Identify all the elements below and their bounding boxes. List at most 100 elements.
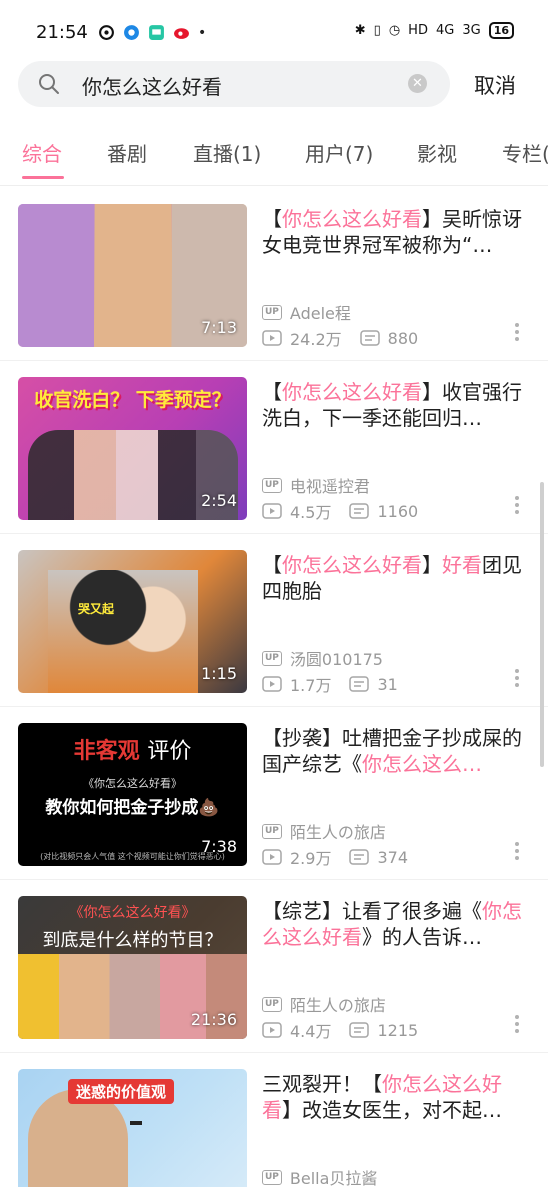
clear-icon[interactable]: ✕ [408, 74, 427, 93]
uploader-name: 汤圆010175 [289, 650, 383, 669]
thumb-caption: 迷惑的价值观 [68, 1079, 175, 1104]
active-tab-indicator [22, 176, 64, 179]
view-count: 4.4万 [290, 1022, 332, 1041]
thumb-caption-tag [130, 1121, 142, 1125]
video-card[interactable]: 收官洗白？ 下季预定？ 2:54 【你怎么这么好看】收官强行洗白，下一季还能回归… [0, 361, 548, 534]
tab-bangumi[interactable]: 番剧 [107, 138, 147, 167]
tab-live[interactable]: 直播(1) [193, 138, 261, 167]
video-thumbnail[interactable]: 非客观 评价 《你怎么这么好看》 教你如何把金子抄成💩 (对比视频只会人气值 这… [18, 723, 247, 866]
video-thumbnail[interactable]: 7:13 [18, 204, 247, 347]
view-count: 1.7万 [290, 676, 332, 695]
play-count-icon [262, 849, 282, 865]
video-thumbnail[interactable]: 收官洗白？ 下季预定？ 2:54 [18, 377, 247, 520]
play-count-icon [262, 1022, 282, 1038]
stats-row: 2.9万 374 [262, 845, 408, 869]
thumb-caption: 收官洗白？ 下季预定？ [34, 389, 231, 411]
alarm-icon: ◷ [388, 23, 401, 38]
video-title[interactable]: 三观裂开！【你怎么这么好看】改造女医生，对不起… [262, 1071, 524, 1123]
view-count: 2.9万 [290, 849, 332, 868]
stats-row: 4.4万 1215 [262, 1018, 418, 1042]
danmaku-icon [349, 1022, 370, 1038]
vibrate-icon: ▯ [373, 23, 381, 38]
up-icon: UP [262, 823, 282, 839]
qq-browser-icon [124, 25, 139, 40]
uploader-name: Adele程 [289, 304, 351, 323]
more-icon[interactable] [512, 668, 522, 688]
uploader-row[interactable]: UP 电视遥控君 [262, 473, 370, 497]
status-right: ✱ ▯ ◷ HD 4G 3G 16 [355, 22, 514, 39]
status-time: 21:54 [36, 22, 88, 43]
tab-users[interactable]: 用户(7) [305, 138, 373, 167]
search-query: 你怎么这么好看 [82, 75, 222, 99]
uploader-row[interactable]: UP 陌生人の旅店 [262, 819, 386, 843]
danmaku-icon [349, 676, 370, 692]
view-count: 4.5万 [290, 503, 332, 522]
danmaku-icon [349, 503, 370, 519]
thumb-panel [95, 204, 171, 347]
stats-row: 4.5万 1160 [262, 499, 418, 523]
video-thumbnail[interactable]: 迷惑的价值观 [18, 1069, 247, 1187]
video-title[interactable]: 【抄袭】吐槽把金子抄成屎的国产综艺《你怎么这么… [262, 725, 524, 777]
hd-label: HD [408, 23, 428, 38]
video-card[interactable]: 7:13 【你怎么这么好看】吴昕惊讶女电竞世界冠军被称为“… UP Adele程… [0, 188, 548, 361]
danmaku-count: 1215 [377, 1020, 419, 1040]
more-notifications-dot: • [198, 24, 207, 41]
uploader-row[interactable]: UP 陌生人の旅店 [262, 992, 386, 1016]
thumb-panel [18, 204, 94, 347]
app-notification-icon [99, 25, 114, 40]
up-icon: UP [262, 650, 282, 666]
thumb-scene [48, 570, 198, 693]
uploader-row[interactable]: UP Adele程 [262, 300, 351, 324]
message-app-icon [149, 25, 164, 40]
uploader-name: 电视遥控君 [289, 477, 370, 496]
more-icon[interactable] [512, 322, 522, 342]
up-icon: UP [262, 477, 282, 493]
up-icon: UP [262, 304, 282, 320]
video-duration: 7:38 [201, 837, 237, 856]
video-card[interactable]: 非客观 评价 《你怎么这么好看》 教你如何把金子抄成💩 (对比视频只会人气值 这… [0, 707, 548, 880]
video-thumbnail[interactable]: 哭又起 1:15 [18, 550, 247, 693]
view-count: 24.2万 [290, 330, 342, 349]
video-thumbnail[interactable]: 《你怎么这么好看》 到底是什么样的节目？ 21:36 [18, 896, 247, 1039]
up-icon: UP [262, 1169, 282, 1185]
video-title[interactable]: 【综艺】让看了很多遍《你怎么这么好看》的人告诉… [262, 898, 524, 950]
video-card[interactable]: 迷惑的价值观 三观裂开！【你怎么这么好看】改造女医生，对不起… UP Bella… [0, 1053, 548, 1187]
danmaku-count: 31 [377, 674, 398, 694]
thumb-caption: 《你怎么这么好看》 [83, 777, 182, 790]
play-count-icon [262, 330, 282, 346]
more-icon[interactable] [512, 841, 522, 861]
search-tabs: 综合 番剧 直播(1) 用户(7) 影视 专栏( [0, 120, 548, 186]
play-count-icon [262, 503, 282, 519]
video-title[interactable]: 【你怎么这么好看】收官强行洗白，下一季还能回归… [262, 379, 524, 431]
uploader-row[interactable]: UP 汤圆010175 [262, 646, 383, 670]
battery-icon: 16 [488, 22, 514, 39]
uploader-row[interactable]: UP Bella贝拉酱 [262, 1165, 377, 1187]
video-duration: 7:13 [201, 318, 237, 337]
video-card[interactable]: 《你怎么这么好看》 到底是什么样的节目？ 21:36 【综艺】让看了很多遍《你怎… [0, 880, 548, 1053]
video-duration: 21:36 [190, 1010, 237, 1029]
more-icon[interactable] [512, 495, 522, 515]
notification-icons: • [98, 24, 206, 41]
uploader-name: Bella贝拉酱 [289, 1169, 378, 1187]
video-card[interactable]: 哭又起 1:15 【你怎么这么好看】好看团见四胞胎 UP 汤圆010175 1.… [0, 534, 548, 707]
stats-row: 24.2万 880 [262, 326, 418, 350]
more-icon[interactable] [512, 1014, 522, 1034]
video-title[interactable]: 【你怎么这么好看】吴昕惊讶女电竞世界冠军被称为“… [262, 206, 524, 258]
search-icon [39, 74, 59, 94]
scrollbar[interactable] [540, 482, 544, 767]
video-title[interactable]: 【你怎么这么好看】好看团见四胞胎 [262, 552, 524, 604]
signal-4g: 4G [435, 23, 455, 38]
danmaku-count: 880 [387, 328, 419, 348]
play-count-icon [262, 676, 282, 692]
bluetooth-icon: ✱ [354, 23, 366, 38]
cancel-button[interactable]: 取消 [474, 70, 516, 100]
thumb-caption: 非客观 评价 [73, 739, 192, 764]
thumb-caption: 到底是什么样的节目？ [42, 930, 223, 951]
tab-film[interactable]: 影视 [417, 138, 457, 167]
danmaku-count: 1160 [377, 501, 419, 521]
tab-column[interactable]: 专栏( [502, 138, 548, 167]
signal-3g: 3G [462, 23, 481, 38]
tab-all[interactable]: 综合 [22, 138, 62, 167]
search-input[interactable]: 你怎么这么好看 ✕ [18, 61, 450, 107]
danmaku-count: 374 [377, 847, 408, 867]
